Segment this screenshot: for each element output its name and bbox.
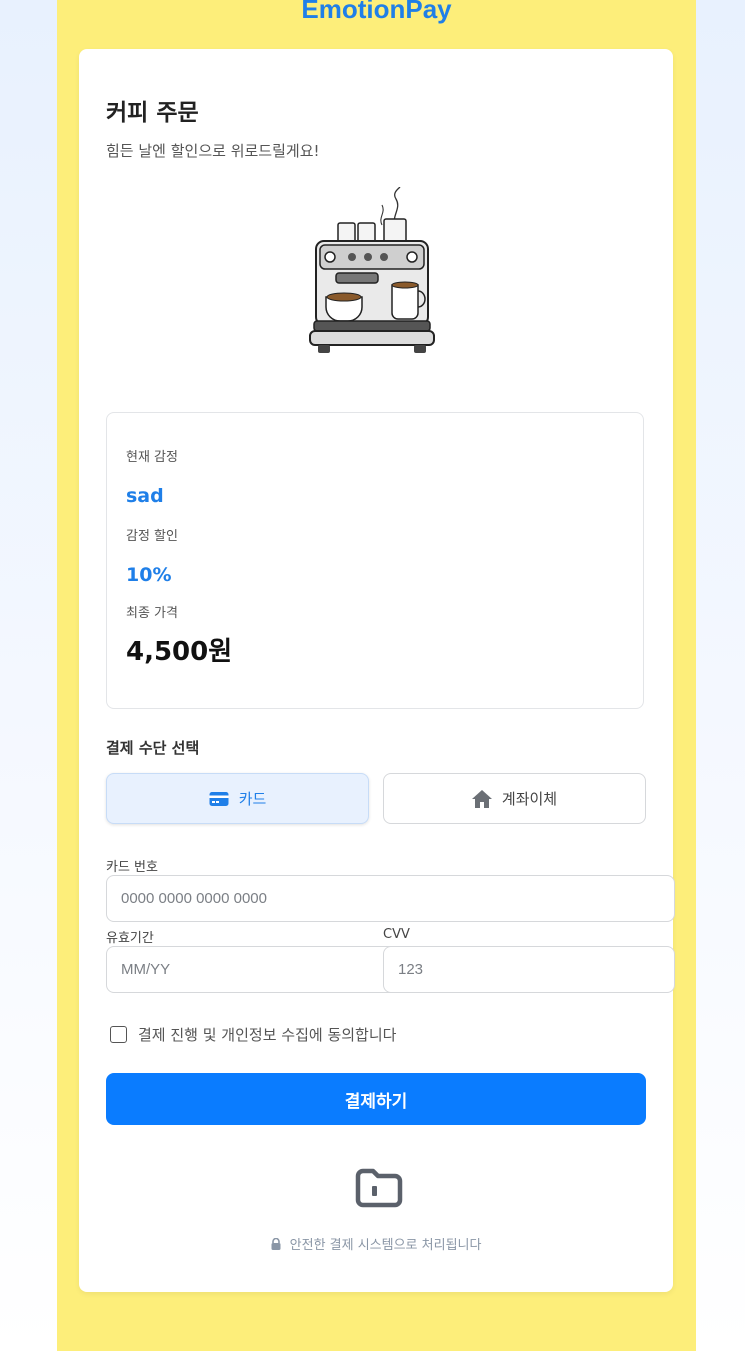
discount-value: 10% [126, 564, 172, 586]
agreement-checkbox[interactable] [110, 1026, 127, 1043]
credit-card-icon [209, 791, 229, 807]
coffee-machine-image [309, 187, 435, 353]
card-method-label: 카드 [238, 790, 267, 808]
bank-transfer-method-button[interactable]: 계좌이체 [383, 773, 646, 824]
expiry-input[interactable] [106, 946, 398, 993]
home-icon [471, 789, 492, 808]
card-number-label: 카드 번호 [106, 860, 158, 875]
brand-title: EmotionPay [301, 0, 452, 24]
bank-transfer-method-label: 계좌이체 [501, 790, 558, 808]
cvv-input[interactable] [383, 946, 675, 993]
card-method-button[interactable]: 카드 [106, 773, 369, 824]
final-price-value: 4,500원 [126, 637, 233, 667]
secure-text: 안전한 결제 시스템으로 처리됩니다 [289, 1238, 482, 1253]
expiry-label: 유효기간 [106, 931, 154, 946]
agreement-text: 결제 진행 및 개인정보 수집에 동의합니다 [138, 1026, 397, 1044]
pay-button[interactable]: 결제하기 [106, 1073, 646, 1125]
lock-icon [271, 1237, 281, 1254]
price-info-box: 현재 감정 sad 감정 할인 10% 최종 가격 4,500원 [106, 412, 644, 709]
card-number-input[interactable] [106, 875, 675, 922]
order-card: 커피 주문 힘든 날엔 할인으로 위로드릴게요! 현재 감정 sad 감정 할인… [79, 49, 675, 1292]
folder-icon [355, 1168, 403, 1208]
payment-method-title: 결제 수단 선택 [106, 739, 200, 757]
discount-label: 감정 할인 [126, 529, 178, 544]
page-frame: EmotionPay 커피 주문 힘든 날엔 할인으로 위로드릴게요! 현재 감… [57, 0, 696, 1351]
emotion-label: 현재 감정 [126, 450, 178, 465]
agreement-row[interactable]: 결제 진행 및 개인정보 수집에 동의합니다 [110, 1024, 396, 1045]
secure-notice: 안전한 결제 시스템으로 처리됩니다 [79, 1234, 673, 1254]
emotion-value: sad [126, 485, 164, 507]
cvv-label: CVV [383, 927, 410, 942]
order-subtitle: 힘든 날엔 할인으로 위로드릴게요! [106, 142, 320, 160]
order-title: 커피 주문 [106, 100, 199, 126]
final-price-label: 최종 가격 [126, 606, 178, 621]
